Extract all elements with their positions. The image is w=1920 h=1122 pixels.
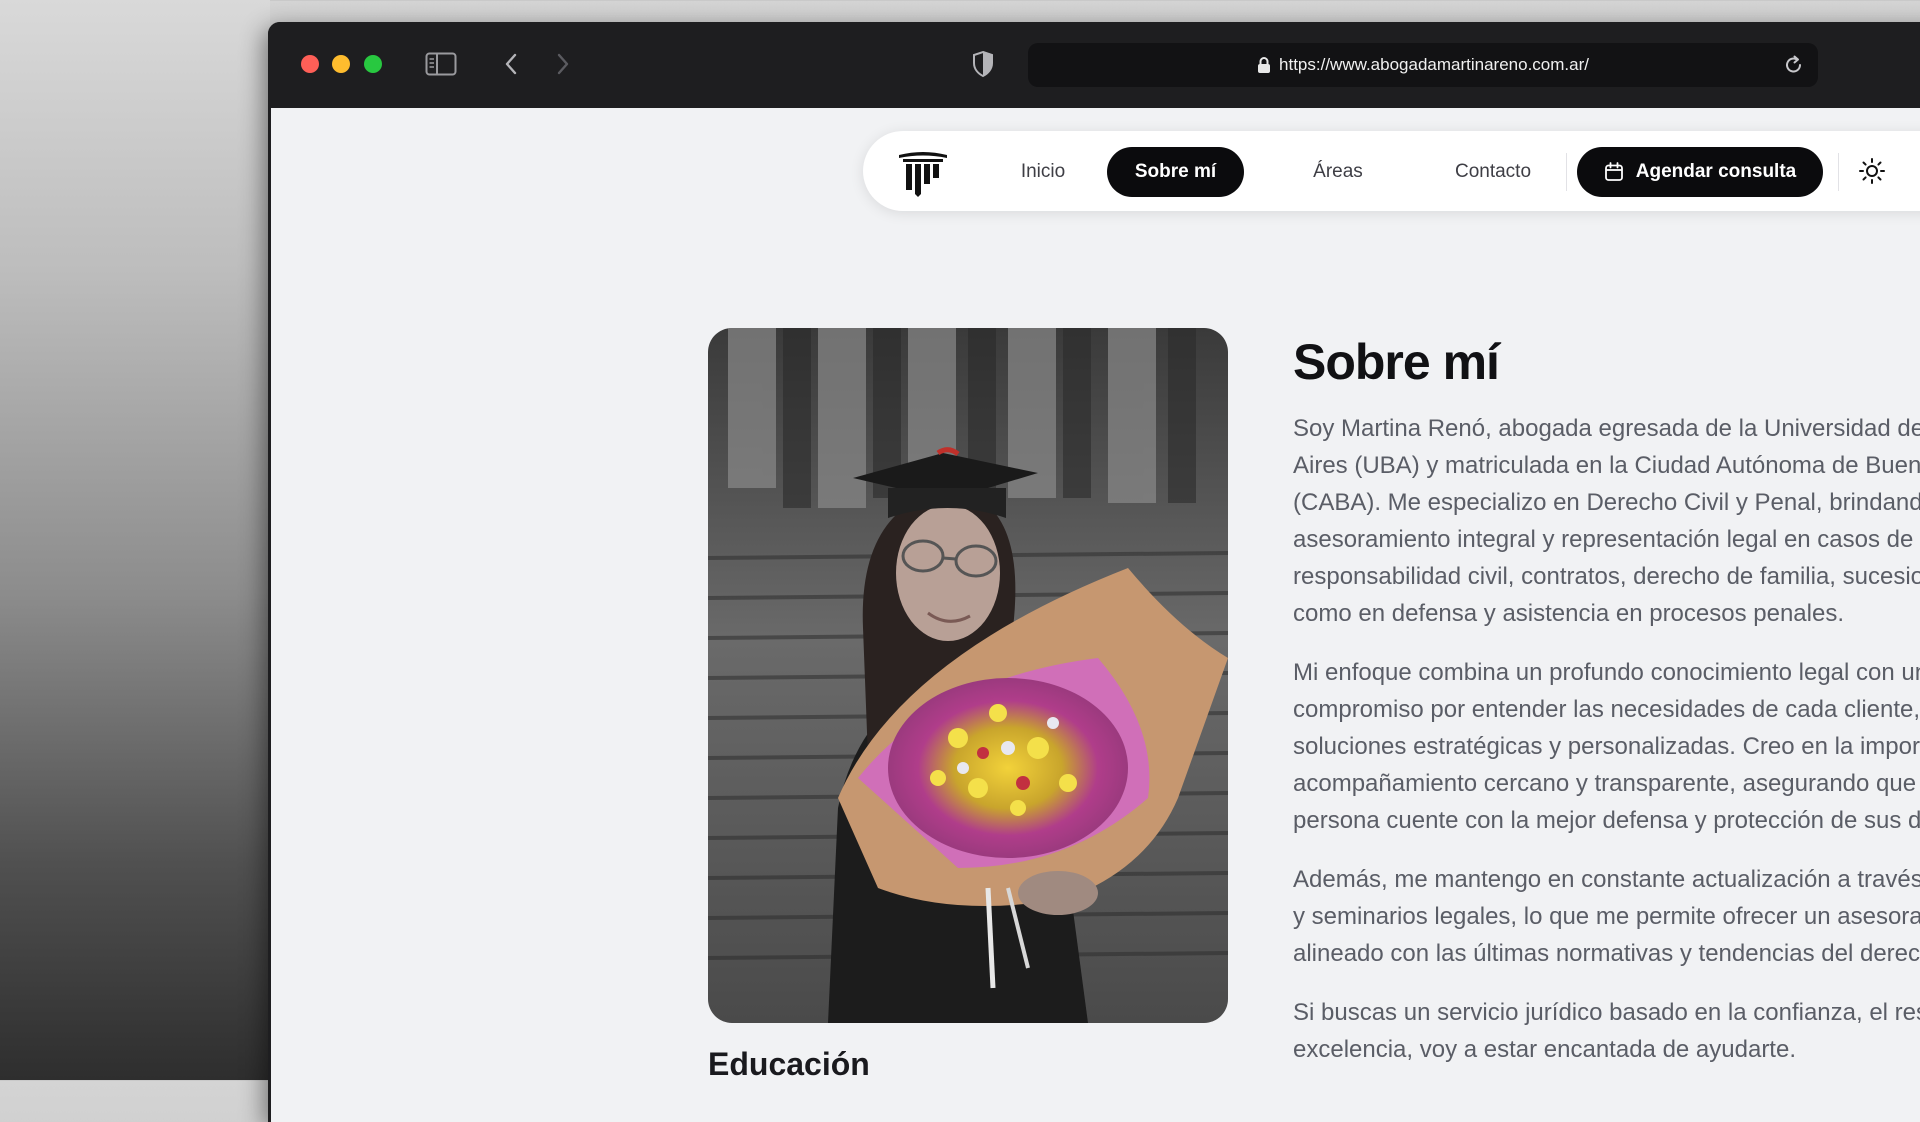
calendar-icon — [1604, 162, 1636, 182]
reload-icon[interactable] — [1784, 54, 1804, 81]
close-window-button[interactable] — [301, 55, 319, 73]
bio-paragraph: Además, me mantengo en constante actuali… — [1293, 861, 1920, 972]
about-title: Sobre mí — [1293, 334, 1500, 390]
bio-line: Si buscas un servicio jurídico basado en… — [1293, 999, 1920, 1026]
bio-line: Aires (UBA) y matriculada en la Ciudad A… — [1293, 452, 1920, 479]
education-title: Educación — [708, 1046, 870, 1082]
about-bio: Soy Martina Renó, abogada egresada de la… — [1293, 410, 1920, 1090]
lock-icon — [1257, 56, 1271, 74]
bio-paragraph: Si buscas un servicio jurídico basado en… — [1293, 994, 1920, 1068]
nav-item-areas[interactable]: Áreas — [1283, 147, 1393, 197]
bio-line: (CABA). Me especializo en Derecho Civil … — [1293, 489, 1920, 516]
page-viewport: Inicio Sobre mí Áreas Contacto Agendar c… — [271, 108, 1920, 1122]
schedule-consultation-button[interactable]: Agendar consulta — [1577, 147, 1823, 197]
bio-line: persona cuente con la mejor defensa y pr… — [1293, 807, 1920, 834]
shield-icon[interactable] — [968, 48, 998, 80]
nav-item-inicio[interactable]: Inicio — [993, 147, 1093, 197]
bio-line: compromiso por entender las necesidades … — [1293, 696, 1920, 723]
browser-window: https://www.abogadamartinareno.com.ar/ I… — [268, 22, 1920, 1122]
nav-item-sobre-mi[interactable]: Sobre mí — [1107, 147, 1244, 197]
nav-divider — [1566, 153, 1567, 191]
bio-line: Mi enfoque combina un profundo conocimie… — [1293, 659, 1920, 686]
logo-column-icon[interactable] — [895, 149, 951, 202]
bio-line: y seminarios legales, lo que me permite … — [1293, 903, 1920, 930]
browser-titlebar: https://www.abogadamartinareno.com.ar/ — [268, 22, 1920, 107]
top-nav: Inicio Sobre mí Áreas Contacto Agendar c… — [863, 131, 1920, 211]
desktop-background — [0, 0, 270, 1080]
bio-line: acompañamiento cercano y transparente, a… — [1293, 770, 1920, 797]
bio-line: Soy Martina Renó, abogada egresada de la… — [1293, 415, 1920, 442]
bio-paragraph: Mi enfoque combina un profundo conocimie… — [1293, 654, 1920, 839]
bio-paragraph: Soy Martina Renó, abogada egresada de la… — [1293, 410, 1920, 632]
forward-icon[interactable] — [548, 48, 578, 80]
zoom-window-button[interactable] — [364, 55, 382, 73]
bio-line: alineado con las últimas normativas y te… — [1293, 940, 1920, 967]
url-text: https://www.abogadamartinareno.com.ar/ — [1279, 55, 1589, 74]
address-bar[interactable]: https://www.abogadamartinareno.com.ar/ — [1028, 43, 1818, 87]
bio-line: asesoramiento integral y representación … — [1293, 526, 1914, 553]
bio-line: Además, me mantengo en constante actuali… — [1293, 866, 1920, 893]
bio-line: excelencia, voy a estar encantada de ayu… — [1293, 1036, 1796, 1063]
sidebar-icon[interactable] — [423, 48, 459, 80]
bio-line: responsabilidad civil, contratos, derech… — [1293, 563, 1920, 590]
nav-divider — [1838, 153, 1839, 191]
minimize-window-button[interactable] — [332, 55, 350, 73]
back-icon[interactable] — [496, 48, 526, 80]
sun-icon[interactable] — [1858, 157, 1886, 190]
nav-item-contacto[interactable]: Contacto — [1423, 147, 1563, 197]
bio-line: como en defensa y asistencia en procesos… — [1293, 600, 1845, 627]
schedule-consultation-label: Agendar consulta — [1635, 161, 1797, 182]
bio-line: soluciones estratégicas y personalizadas… — [1293, 733, 1920, 760]
profile-photo — [708, 328, 1228, 1023]
